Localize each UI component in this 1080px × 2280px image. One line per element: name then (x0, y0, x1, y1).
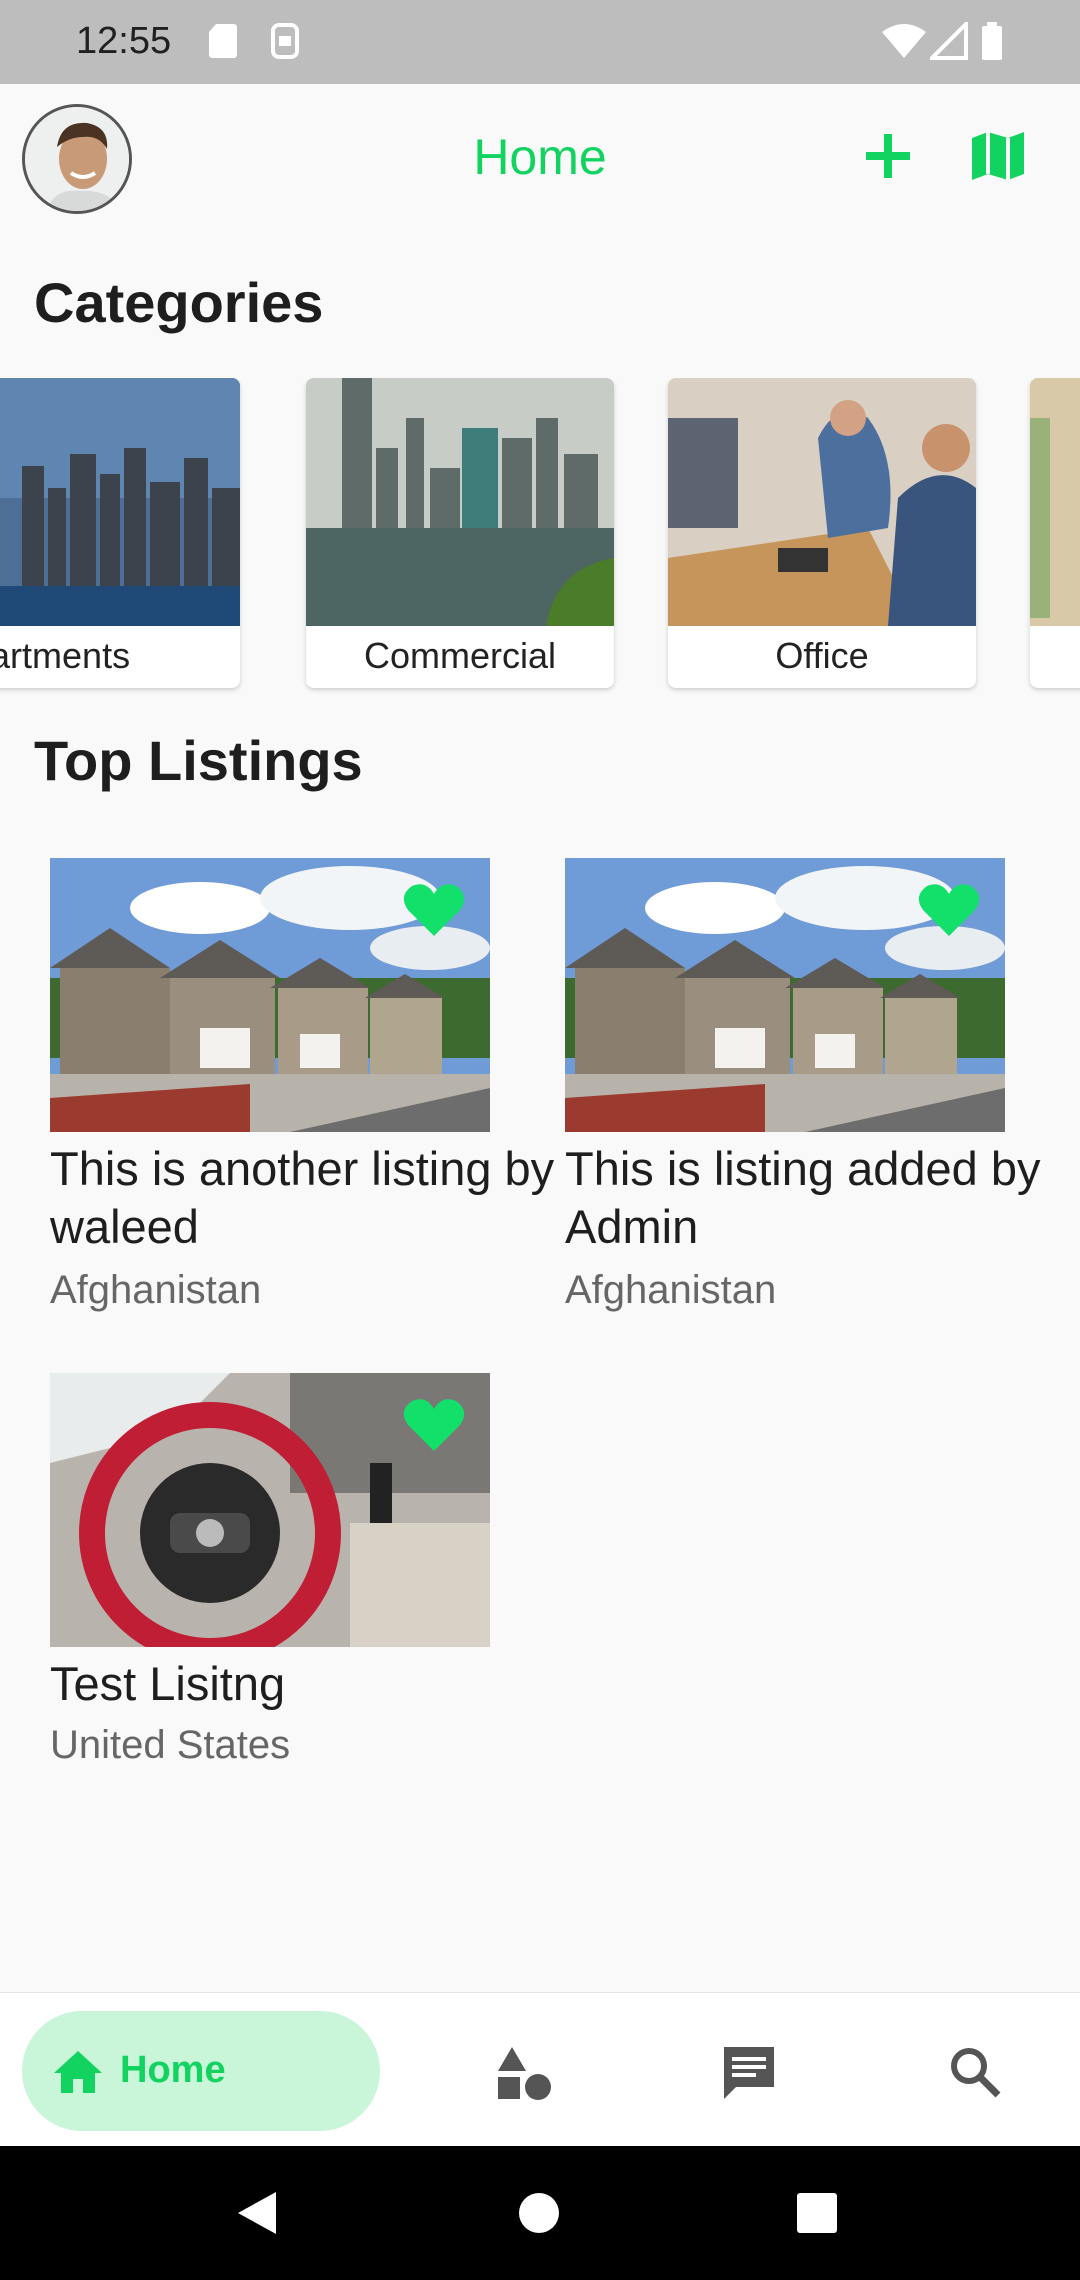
listing-image (50, 1373, 490, 1647)
top-listings-heading: Top Listings (34, 729, 363, 792)
categories-carousel[interactable]: Apartments Commercial Of (0, 378, 1080, 698)
listing-location: Afghanistan (50, 1268, 262, 1312)
back-icon[interactable] (236, 2190, 280, 2236)
bottom-navigation: Home (0, 1992, 1080, 2146)
category-card-commercial[interactable]: Commercial (306, 378, 614, 688)
category-image (1030, 378, 1080, 626)
search-icon[interactable] (948, 2045, 1002, 2099)
category-card-office[interactable]: Office (668, 378, 976, 688)
listing-image (565, 858, 1005, 1132)
listing-title: Test Lisitng (50, 1657, 286, 1710)
favorite-heart-icon[interactable] (402, 1397, 466, 1453)
category-image (668, 378, 976, 626)
add-icon[interactable] (862, 130, 914, 182)
sim-card-icon (271, 23, 299, 59)
listing-card[interactable]: This is another listing by waleed Afghan… (50, 858, 554, 1328)
recents-icon[interactable] (796, 2192, 838, 2234)
listing-title: This is another listing by waleed (50, 1142, 555, 1253)
status-bar: 12:55 (0, 0, 1080, 84)
category-card-apartments[interactable]: Apartments (0, 378, 240, 688)
listing-card[interactable]: Test Lisitng United States (50, 1373, 550, 1783)
battery-icon (982, 22, 1002, 60)
favorite-heart-icon[interactable] (917, 882, 981, 938)
home-button-icon[interactable] (518, 2192, 560, 2234)
favorite-heart-icon[interactable] (402, 882, 466, 938)
home-icon (54, 2051, 102, 2093)
category-card-more[interactable] (1030, 378, 1080, 688)
status-time: 12:55 (76, 20, 172, 62)
category-label: Office (775, 635, 869, 676)
listing-card[interactable]: This is listing added by Admin Afghanist… (565, 858, 1065, 1328)
page-title: Home (473, 129, 607, 185)
app-bar: Home (0, 84, 1080, 234)
wifi-icon (882, 24, 926, 58)
nav-home-tab[interactable]: Home (22, 2011, 380, 2131)
category-image (0, 378, 240, 626)
listing-location: United States (50, 1723, 291, 1767)
system-navigation-bar (0, 2146, 1080, 2280)
map-icon[interactable] (970, 130, 1026, 182)
categories-heading: Categories (34, 271, 324, 334)
listing-location: Afghanistan (565, 1268, 777, 1312)
nav-home-label: Home (120, 2049, 226, 2091)
messages-icon[interactable] (720, 2043, 778, 2101)
cell-signal-icon (930, 22, 968, 60)
sd-card-icon (209, 24, 237, 58)
category-image (306, 378, 614, 626)
categories-icon[interactable] (496, 2045, 552, 2101)
listing-image (50, 858, 490, 1132)
listing-title: This is listing added by Admin (565, 1142, 1041, 1253)
category-label: Apartments (0, 635, 131, 676)
category-label: Commercial (363, 635, 557, 676)
